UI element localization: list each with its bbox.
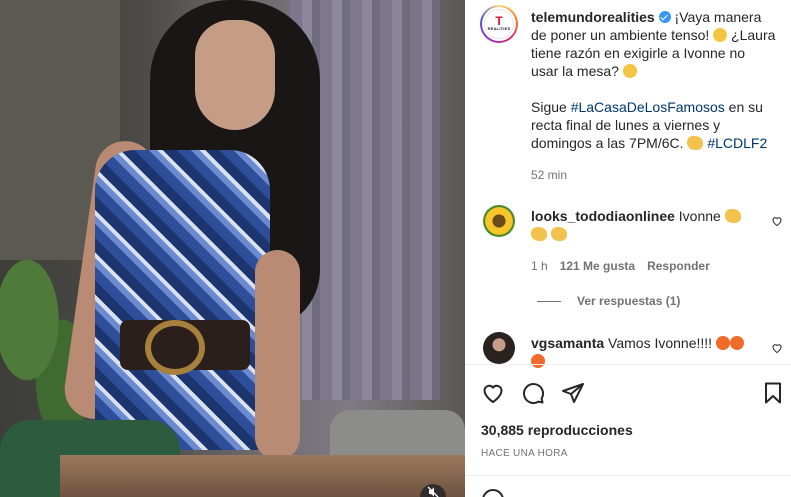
- comment-likes[interactable]: 121 Me gusta: [560, 259, 635, 273]
- save-button[interactable]: [761, 381, 787, 407]
- author-logo-text: REALITIES: [487, 26, 511, 31]
- post-time[interactable]: 52 min: [531, 168, 567, 182]
- view-replies-button[interactable]: Ver respuestas (1): [537, 294, 680, 308]
- post-caption: telemundorealities ¡Vaya manera de poner…: [531, 8, 776, 152]
- post-actions-bar: [465, 364, 791, 422]
- comment-text: Ivonne: [678, 208, 721, 224]
- commenter-username[interactable]: looks_tododiaonlinee: [531, 208, 675, 224]
- pointing-hand-emoji-icon: [687, 136, 704, 150]
- comment-like-heart-icon[interactable]: [771, 342, 783, 354]
- clapping-hands-emoji-icon: [724, 209, 741, 223]
- comment-time[interactable]: 1 h: [531, 259, 548, 273]
- thinking-face-emoji-icon: [622, 64, 637, 78]
- clapping-hands-emoji-icon: [531, 227, 547, 241]
- background-table: [60, 455, 465, 497]
- smiley-icon[interactable]: [481, 488, 505, 497]
- view-count[interactable]: 30,885 reproducciones: [481, 422, 633, 438]
- mute-icon: [427, 486, 439, 497]
- share-button[interactable]: [561, 381, 587, 407]
- post-sidebar: T REALITIES telemundorealities ¡Vaya man…: [465, 0, 791, 497]
- commenter-avatar[interactable]: [483, 205, 515, 237]
- person-face: [195, 20, 275, 130]
- fire-emoji-icon: [729, 336, 744, 350]
- caption-text-a: Sigue: [531, 99, 571, 115]
- author-avatar[interactable]: T REALITIES: [480, 5, 518, 43]
- comment-text: Vamos Ivonne!!!!: [608, 335, 713, 351]
- author-username[interactable]: telemundorealities: [531, 9, 655, 25]
- comment-icon: [523, 383, 545, 405]
- commenter-avatar[interactable]: [483, 332, 515, 364]
- bookmark-icon: [765, 382, 781, 404]
- hashtag-lcdlf2[interactable]: #LCDLF2: [707, 135, 767, 151]
- tired-face-emoji-icon: [713, 28, 728, 42]
- reply-button[interactable]: Responder: [647, 259, 710, 273]
- share-icon: [562, 383, 584, 403]
- comment-meta: 1 h 121 Me gusta Responder: [531, 259, 722, 273]
- person-belt-buckle: [145, 320, 205, 375]
- divider: [465, 475, 791, 476]
- like-button[interactable]: [481, 381, 507, 407]
- post-date[interactable]: HACE UNA HORA: [481, 448, 568, 459]
- clapping-hands-emoji-icon: [550, 227, 567, 241]
- comment-body: looks_tododiaonlinee Ivonne: [531, 207, 756, 243]
- commenter-username[interactable]: vgsamanta: [531, 335, 604, 351]
- heart-icon: [483, 384, 503, 403]
- person-dress: [95, 150, 270, 450]
- verified-badge-icon: [658, 11, 671, 23]
- fire-emoji-icon: [715, 336, 730, 350]
- post-video[interactable]: [0, 0, 465, 497]
- person-arm-right: [255, 250, 300, 460]
- comment-button[interactable]: [521, 381, 547, 407]
- author-logo-mark: T: [495, 14, 503, 28]
- comment-like-heart-icon[interactable]: [771, 215, 783, 227]
- hashtag-lacasadelosfamosos[interactable]: #LaCasaDeLosFamosos: [571, 99, 725, 115]
